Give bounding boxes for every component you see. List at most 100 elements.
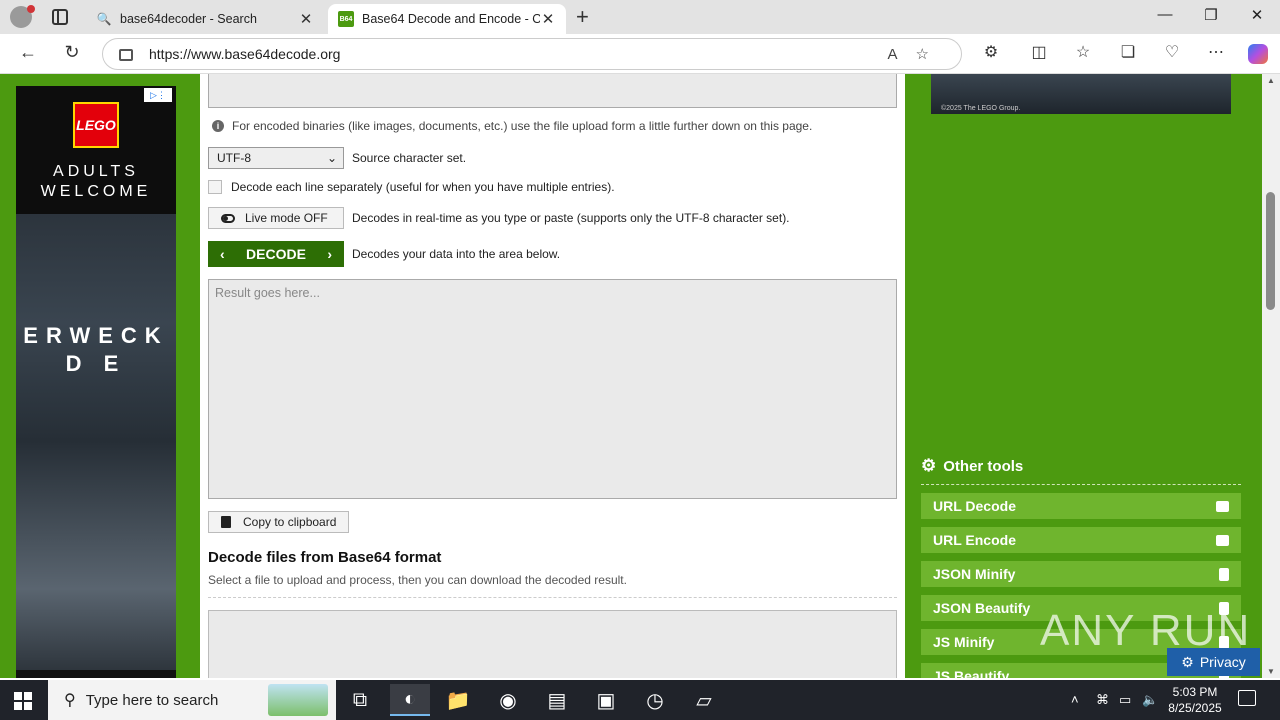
firefox-icon[interactable]: ◉ — [488, 684, 528, 716]
volume-icon[interactable]: 🔈 — [1142, 692, 1158, 708]
tool-label: JSON Minify — [933, 566, 1016, 582]
tool-label: JS Beautify — [933, 668, 1010, 678]
tab-bar: 🔍 base64decoder - Search ✕ B64 Base64 De… — [0, 0, 1280, 34]
tool-label: JS Minify — [933, 634, 995, 650]
decode-lines-checkbox[interactable] — [208, 180, 222, 194]
charset-select[interactable]: UTF-8 ⌄ — [208, 147, 344, 169]
more-menu-icon[interactable]: ⋯ — [1204, 42, 1228, 62]
decode-button[interactable]: ‹ DECODE › — [208, 241, 344, 267]
back-arrow-icon[interactable]: ← — [16, 42, 40, 63]
scroll-down-icon[interactable]: ▼ — [1267, 667, 1275, 676]
notifications-icon[interactable] — [1238, 690, 1256, 706]
clock-app-icon[interactable]: ◷ — [635, 684, 675, 716]
minimize-button[interactable]: — — [1142, 6, 1188, 23]
url-text: https://www.base64decode.org — [149, 46, 341, 62]
live-mode-button[interactable]: Live mode OFF — [208, 207, 344, 229]
usb-icon[interactable]: ⌘ — [1096, 692, 1109, 708]
main-content: i For encoded binaries (like images, doc… — [200, 74, 905, 678]
tool-label: URL Encode — [933, 532, 1016, 548]
info-row: i For encoded binaries (like images, doc… — [208, 119, 812, 133]
favorites-icon[interactable]: ☆ — [1071, 42, 1095, 62]
taskbar-clock[interactable]: 5:03 PM 8/25/2025 — [1160, 684, 1230, 716]
taskbar-search-placeholder: Type here to search — [85, 691, 219, 709]
copy-to-clipboard-button[interactable]: Copy to clipboard — [208, 511, 349, 533]
notes-app-icon[interactable]: ▱ — [684, 684, 724, 716]
live-mode-button-label: Live mode OFF — [245, 211, 328, 225]
charset-label: Source character set. — [352, 151, 467, 165]
new-tab-button[interactable]: + — [576, 4, 589, 30]
clock-time: 5:03 PM — [1172, 685, 1218, 699]
search-icon: 🔍 — [96, 12, 112, 26]
page-scrollbar[interactable]: ▲ ▼ — [1262, 74, 1280, 678]
ad-tagline-line1: ADULTS — [53, 163, 139, 180]
tab-search[interactable]: 🔍 base64decoder - Search ✕ — [86, 4, 324, 34]
tool-json-minify[interactable]: JSON Minify — [921, 561, 1241, 587]
browser-toolbar: ← ↻ https://www.base64decode.org A☆ ⚙ ◫ … — [0, 34, 1280, 74]
tool-label: JSON Beautify — [933, 600, 1031, 616]
ad-copyright: ©2025 The LEGO Group. — [941, 105, 1021, 112]
network-icon[interactable]: ▭ — [1119, 692, 1131, 708]
gear-icon: ⚙ — [921, 456, 937, 475]
browser-essentials-icon[interactable]: ♡ — [1160, 42, 1184, 62]
page-viewport: ▷⋮ LEGO ADULTS WELCOME ERWECK D E i For … — [0, 74, 1262, 678]
info-icon: i — [212, 120, 224, 132]
close-icon[interactable]: ✕ — [540, 10, 556, 28]
taskbar-search[interactable]: ⚲ Type here to search — [48, 680, 336, 720]
scroll-up-icon[interactable]: ▲ — [1267, 76, 1275, 85]
close-window-button[interactable]: ✕ — [1234, 6, 1280, 24]
result-textarea[interactable]: Result goes here... — [208, 279, 897, 499]
ad-choices-icon[interactable]: ▷⋮ — [144, 88, 172, 102]
tab-base64decode[interactable]: B64 Base64 Decode and Encode - Onl ✕ — [328, 4, 566, 34]
scrollbar-thumb[interactable] — [1266, 192, 1275, 310]
decode-lines-label: Decode each line separately (useful for … — [231, 180, 615, 194]
profile-alert-badge — [27, 5, 35, 13]
tab-title: Base64 Decode and Encode - Onl — [362, 12, 540, 26]
chevron-down-icon: ⌄ — [326, 151, 337, 165]
search-highlight-image — [268, 684, 328, 716]
file-upload-area[interactable] — [208, 610, 897, 678]
search-icon: ⚲ — [64, 692, 76, 709]
ad-footer — [16, 670, 176, 678]
edge-icon[interactable]: ◐ — [390, 684, 430, 716]
lego-ad-left[interactable]: ▷⋮ LEGO ADULTS WELCOME ERWECK D E — [16, 86, 176, 678]
tool-url-decode[interactable]: URL Decode — [921, 493, 1241, 519]
task-view-icon[interactable]: ⧉ — [340, 684, 380, 716]
powershell-icon[interactable]: ▤ — [537, 684, 577, 716]
privacy-button[interactable]: ⚙ Privacy — [1167, 648, 1260, 676]
ad-big-text-line2: D E — [65, 351, 127, 376]
maximize-button[interactable]: ❐ — [1188, 6, 1234, 24]
ad-tagline-line2: WELCOME — [40, 183, 152, 200]
other-tools-title-text: Other tools — [943, 457, 1024, 475]
decode-button-label: DECODE — [246, 246, 306, 262]
refresh-icon[interactable]: ↻ — [60, 42, 84, 63]
extensions-icon[interactable]: ⚙ — [979, 42, 1003, 62]
file-explorer-icon[interactable]: 📁 — [438, 684, 478, 716]
chevron-left-icon: ‹ — [220, 246, 225, 262]
collections-icon[interactable]: ❏ — [1116, 42, 1140, 62]
input-textarea[interactable] — [208, 74, 897, 108]
result-placeholder: Result goes here... — [215, 286, 320, 300]
tab-title: base64decoder - Search — [120, 12, 257, 26]
live-mode-row: Live mode OFF Decodes in real-time as yo… — [208, 207, 790, 229]
chevron-right-icon: › — [327, 246, 332, 262]
info-text: For encoded binaries (like images, docum… — [232, 119, 813, 133]
tool-url-encode[interactable]: URL Encode — [921, 527, 1241, 553]
read-aloud-and-favorite-icons[interactable]: A☆ — [888, 45, 947, 63]
close-icon[interactable]: ✕ — [298, 10, 314, 28]
chevron-up-icon[interactable]: ˄ — [1071, 692, 1079, 707]
charset-row: UTF-8 ⌄ Source character set. — [208, 147, 466, 169]
address-bar[interactable]: https://www.base64decode.org A☆ — [102, 38, 962, 70]
b64-favicon-icon: B64 — [338, 11, 354, 27]
decode-lines-row: Decode each line separately (useful for … — [208, 180, 615, 194]
lego-ad-right[interactable]: ©2025 The LEGO Group. — [931, 74, 1231, 114]
split-screen-icon[interactable]: ◫ — [1027, 42, 1051, 62]
copilot-icon[interactable] — [1248, 44, 1268, 64]
tool-label: URL Decode — [933, 498, 1016, 514]
windows-start-icon[interactable] — [14, 692, 32, 710]
taskbar: ⚲ Type here to search ⧉ ◐ 📁 ◉ ▤ ▣ ◷ ▱ ˄ … — [0, 680, 1280, 720]
ad-big-text-line1: ERWECK — [23, 323, 169, 348]
charset-selected: UTF-8 — [217, 151, 251, 165]
files-section-subtitle: Select a file to upload and process, the… — [208, 573, 627, 587]
network-app-icon[interactable]: ▣ — [586, 684, 626, 716]
tab-actions-icon[interactable] — [52, 9, 68, 25]
